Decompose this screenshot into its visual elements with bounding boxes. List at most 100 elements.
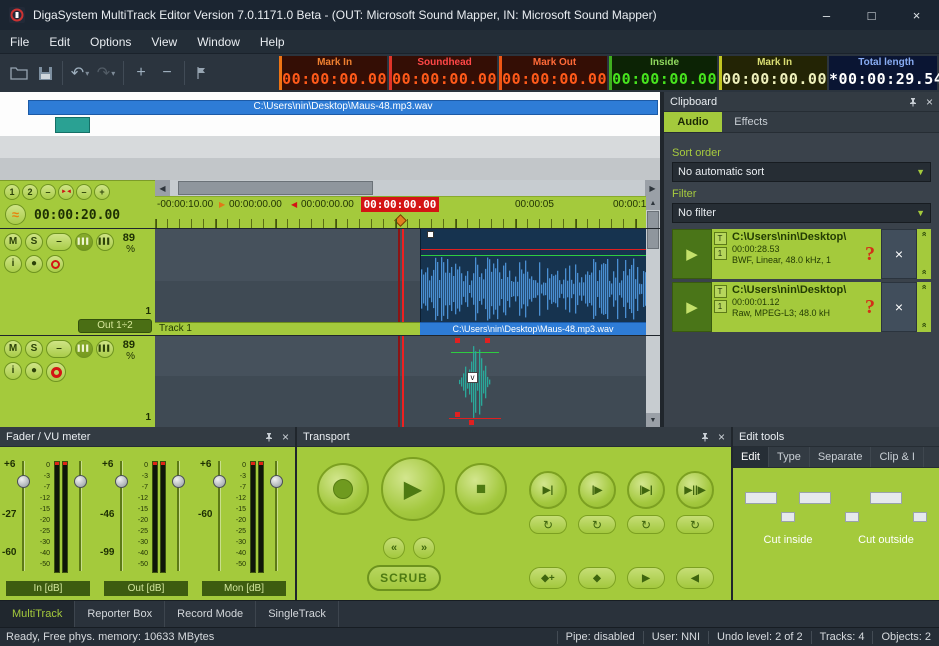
tab-clip[interactable]: Clip & I <box>871 447 923 467</box>
loop-button[interactable]: ↻ <box>627 515 665 534</box>
add-button[interactable]: + <box>128 59 154 87</box>
menu-file[interactable]: File <box>0 30 39 53</box>
waveform-view-button[interactable]: ▌▌▌ <box>96 340 114 358</box>
track1-output-button[interactable]: Out 1÷2 <box>78 319 152 333</box>
zoom-to-marks-button[interactable]: ►◄ <box>58 184 74 200</box>
clipboard-item[interactable]: ▶ T 1 C:\Users\nin\Desktop\ 00:00:28.53 … <box>672 229 931 279</box>
open-button[interactable] <box>6 59 32 87</box>
clipboard-item[interactable]: ▶ T 1 C:\Users\nin\Desktop\ 00:00:01.12 … <box>672 282 931 332</box>
tab-record-mode[interactable]: Record Mode <box>165 601 256 627</box>
pin-icon[interactable] <box>908 97 918 107</box>
scrub-button[interactable]: SCRUB <box>367 565 441 591</box>
play-clip-button[interactable]: ▶ <box>672 282 712 332</box>
chevrons-up-icon[interactable]: » <box>919 233 929 236</box>
meter-view-button[interactable]: ▌▌▌ <box>75 340 93 358</box>
meter-view-button[interactable]: ▌▌▌ <box>75 233 93 251</box>
remove-button[interactable]: − <box>154 59 180 87</box>
undo-button[interactable]: ↶▾ <box>67 59 93 87</box>
close-panel-icon[interactable]: × <box>718 430 725 444</box>
tab-audio[interactable]: Audio <box>664 112 722 132</box>
remove-clip-button[interactable]: × <box>881 229 917 279</box>
zoom-minus-button[interactable]: – <box>40 184 56 200</box>
track2-lane[interactable]: v <box>155 336 646 427</box>
horizontal-scroll-thumb[interactable] <box>178 181 373 195</box>
clip-edit-handle[interactable] <box>455 412 460 417</box>
loop-button[interactable]: ↻ <box>676 515 714 534</box>
clip-handle[interactable] <box>427 231 434 238</box>
cut-outside-button[interactable]: Cut outside <box>841 482 931 600</box>
stop-button[interactable]: ■ <box>455 463 507 515</box>
fader-slider-left[interactable] <box>213 461 226 571</box>
play-from-mark-button[interactable]: |▶ <box>578 471 616 509</box>
menu-view[interactable]: View <box>141 30 187 53</box>
collapse-button[interactable]: – <box>46 233 72 251</box>
fader-slider-right[interactable] <box>270 461 283 571</box>
collapse-button[interactable]: – <box>46 340 72 358</box>
close-button[interactable]: × <box>894 0 939 30</box>
fader-handle[interactable] <box>270 475 283 488</box>
zoom-preset-2-button[interactable]: 2 <box>22 184 38 200</box>
maximize-button[interactable]: □ <box>849 0 894 30</box>
clip-edit-handle[interactable] <box>469 420 474 425</box>
menu-window[interactable]: Window <box>187 30 250 53</box>
pin-icon[interactable] <box>264 432 274 442</box>
tab-type[interactable]: Type <box>769 447 810 467</box>
tab-multitrack[interactable]: MultiTrack <box>0 601 75 627</box>
mute-button[interactable]: M <box>4 233 22 251</box>
info-button[interactable]: i <box>4 362 22 380</box>
tab-separate[interactable]: Separate <box>810 447 872 467</box>
fader-slider-right[interactable] <box>172 461 185 571</box>
info-button[interactable]: i <box>4 255 22 273</box>
waveform-view-button[interactable]: ▌▌▌ <box>96 233 114 251</box>
play-clip-button[interactable]: ▶ <box>672 229 712 279</box>
fader-handle[interactable] <box>74 475 87 488</box>
timeline-ruler[interactable]: -00:00:10.00 ▶ 00:00:00.00 ◀ 00:00:00.00… <box>155 196 646 228</box>
fader-handle[interactable] <box>17 475 30 488</box>
sort-order-select[interactable]: No automatic sort ▼ <box>672 162 931 182</box>
redo-button[interactable]: ↷▾ <box>93 59 119 87</box>
chevrons-up-icon[interactable]: » <box>919 271 929 274</box>
scroll-right-button[interactable]: ▶ <box>645 180 660 196</box>
mark-out-marker-icon[interactable]: ◀ <box>291 200 297 209</box>
save-button[interactable] <box>32 59 58 87</box>
record-arm-button[interactable] <box>46 255 64 273</box>
goto-marker-button[interactable] <box>189 59 215 87</box>
record-button[interactable] <box>317 463 369 515</box>
wave-mode-button[interactable]: ≈ <box>5 204 26 225</box>
menu-edit[interactable]: Edit <box>39 30 80 53</box>
solo-button[interactable]: S <box>25 233 43 251</box>
track1-lane[interactable]: Track 1 C:\Users\nin\Desktop\Maus-48.mp3… <box>155 229 646 335</box>
clip-edit-handle[interactable] <box>485 338 490 343</box>
close-panel-icon[interactable]: × <box>926 95 933 109</box>
clip-volume-marker[interactable]: v <box>467 372 478 383</box>
tab-reporter-box[interactable]: Reporter Box <box>75 601 165 627</box>
tab-singletrack[interactable]: SingleTrack <box>256 601 339 627</box>
fast-forward-button[interactable]: » <box>413 537 435 559</box>
soundhead-marker[interactable] <box>394 214 407 227</box>
previous-marker-button[interactable]: ◀ <box>676 567 714 589</box>
tab-effects[interactable]: Effects <box>722 112 780 132</box>
overview-clip-block[interactable] <box>55 117 90 133</box>
mark-in-marker-icon[interactable]: ▶ <box>219 200 225 209</box>
lock-button[interactable]: ● <box>25 362 43 380</box>
chevrons-up-icon[interactable]: » <box>919 324 929 327</box>
next-marker-button[interactable]: ▶ <box>627 567 665 589</box>
rewind-button[interactable]: « <box>383 537 405 559</box>
fader-handle[interactable] <box>213 475 226 488</box>
minimize-button[interactable]: – <box>804 0 849 30</box>
scroll-left-button[interactable]: ◀ <box>155 180 170 196</box>
add-marker-button[interactable]: ◆+ <box>529 567 567 589</box>
fader-slider-left[interactable] <box>115 461 128 571</box>
lock-button[interactable]: ● <box>25 255 43 273</box>
loop-button[interactable]: ↻ <box>578 515 616 534</box>
pin-icon[interactable] <box>700 432 710 442</box>
chevrons-up-icon[interactable]: » <box>919 286 929 289</box>
menu-options[interactable]: Options <box>80 30 141 53</box>
remove-clip-button[interactable]: × <box>881 282 917 332</box>
marker-button[interactable]: ◆ <box>578 567 616 589</box>
track1-name-bar[interactable]: Track 1 <box>155 322 420 335</box>
zoom-preset-1-button[interactable]: 1 <box>4 184 20 200</box>
track1-clip-label[interactable]: C:\Users\nin\Desktop\Maus-48.mp3.wav <box>420 322 646 335</box>
fader-handle[interactable] <box>115 475 128 488</box>
cut-inside-button[interactable]: Cut inside <box>743 482 833 600</box>
